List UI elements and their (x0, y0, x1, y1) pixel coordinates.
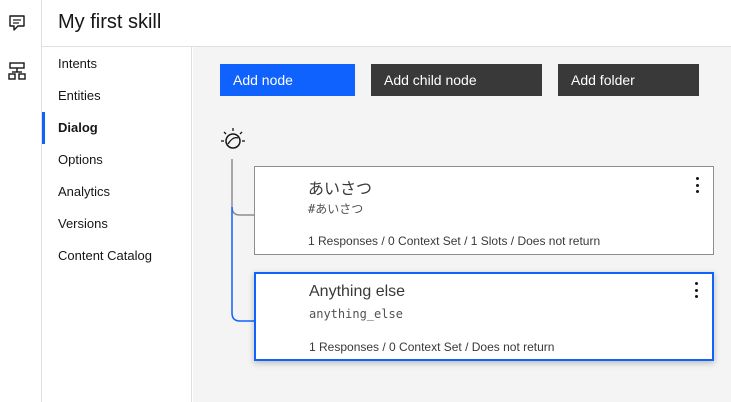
skill-nav: Intents Entities Dialog Options Analytic… (42, 47, 192, 402)
nav-item-entities[interactable]: Entities (42, 80, 192, 112)
nav-item-intents[interactable]: Intents (42, 48, 192, 80)
add-folder-button[interactable]: Add folder (558, 64, 699, 96)
overflow-menu-icon[interactable] (690, 280, 702, 300)
node-title: あいさつ (308, 181, 373, 198)
overflow-menu-icon[interactable] (691, 175, 703, 195)
nav-item-options[interactable]: Options (42, 144, 192, 176)
node-summary: 1 Responses / 0 Context Set / Does not r… (309, 340, 555, 354)
left-rail (0, 0, 42, 402)
node-summary: 1 Responses / 0 Context Set / 1 Slots / … (308, 234, 601, 248)
nav-item-versions[interactable]: Versions (42, 208, 192, 240)
dialog-node-anything-else[interactable]: Anything else anything_else 1 Responses … (254, 272, 714, 361)
page-header: My first skill (42, 0, 731, 47)
node-condition: #あいさつ (308, 202, 364, 216)
chat-icon[interactable] (6, 12, 28, 34)
dialog-node-greeting[interactable]: あいさつ #あいさつ 1 Responses / 0 Context Set /… (254, 166, 714, 255)
nav-item-content-catalog[interactable]: Content Catalog (42, 240, 192, 272)
workspace-icon[interactable] (6, 60, 28, 82)
add-child-node-button[interactable]: Add child node (371, 64, 542, 96)
nav-item-analytics[interactable]: Analytics (42, 176, 192, 208)
nav-item-dialog[interactable]: Dialog (42, 112, 192, 144)
node-title: Anything else (309, 283, 406, 300)
dialog-canvas: Add node Add child node Add folder あいさつ … (193, 47, 731, 402)
node-condition: anything_else (309, 307, 403, 321)
page-title: My first skill (58, 11, 162, 33)
